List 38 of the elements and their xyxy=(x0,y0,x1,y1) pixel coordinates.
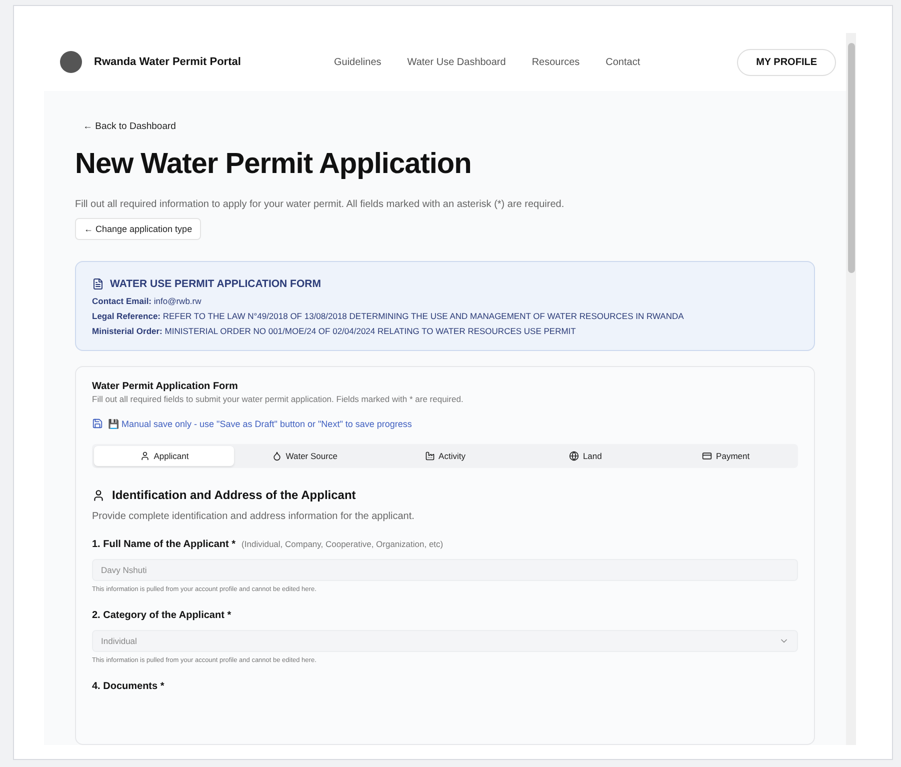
form-tab[interactable]: Applicant xyxy=(94,446,234,466)
nav-link[interactable]: Contact xyxy=(606,56,640,68)
form-tab[interactable]: Land xyxy=(515,446,656,466)
form-title: Water Permit Application Form xyxy=(92,381,239,392)
user-icon xyxy=(140,451,150,461)
nav-link[interactable]: Guidelines xyxy=(334,56,382,68)
factory-icon xyxy=(424,451,435,461)
scrollbar-thumb[interactable] xyxy=(848,43,854,273)
section-subtitle: Provide complete identification and address information for the applicant. xyxy=(92,511,416,522)
document-icon xyxy=(92,278,104,290)
field-note: (Individual, Company, Cooperative, Organization, etc) xyxy=(242,539,444,549)
field-label: 4. Documents * xyxy=(92,681,164,692)
drop-icon xyxy=(272,451,282,461)
intro-text: Fill out all required information to apply for your water permit. All fields marked with an asterisk (*) are required. xyxy=(75,199,564,210)
card-icon xyxy=(702,451,712,461)
form-tab[interactable]: Payment xyxy=(656,446,796,466)
section-title: Identification and Address of the Applicant xyxy=(112,488,356,502)
form-subtitle: Fill out all required fields to submit your water permit application. Fields marked with * are required. xyxy=(92,394,464,404)
page-title: New Water Permit Application xyxy=(75,148,472,181)
profile-button[interactable]: MY PROFILE xyxy=(737,48,836,76)
form-tab[interactable]: Activity xyxy=(374,446,516,466)
globe-icon xyxy=(568,451,579,461)
info-line: Legal Reference: REFER TO THE LAW N°49/2018 OF 13/08/2018 DETERMINING THE USE AND MANAGEMENT OF WATER RESOURCES IN RWANDA xyxy=(92,311,685,321)
info-line: Contact Email: info@rwb.rw xyxy=(92,296,202,306)
brand-name: Rwanda Water Permit Portal xyxy=(94,56,242,68)
info-title: WATER USE PERMIT APPLICATION FORM xyxy=(110,278,321,290)
user-icon xyxy=(92,488,105,502)
nav-link[interactable]: Water Use Dashboard xyxy=(407,56,506,68)
field-label: 1. Full Name of the Applicant * xyxy=(92,539,236,550)
save-icon xyxy=(92,418,103,429)
change-type-button[interactable]: ← Change application type xyxy=(75,218,202,240)
field-label: 2. Category of the Applicant * xyxy=(92,610,232,621)
back-link[interactable]: ← Back to Dashboard xyxy=(83,121,176,132)
nav-link[interactable]: Resources xyxy=(532,56,580,68)
save-note: 💾 Manual save only - use "Save as Draft" button or "Next" to save progress xyxy=(108,418,412,428)
logo-icon xyxy=(60,51,82,73)
form-tab[interactable]: Water Source xyxy=(234,446,375,466)
info-line: Ministerial Order: MINISTERIAL ORDER NO 001/MOE/24 OF 02/04/2024 RELATING TO WATER RESOURCES USE PERMIT xyxy=(92,326,577,336)
